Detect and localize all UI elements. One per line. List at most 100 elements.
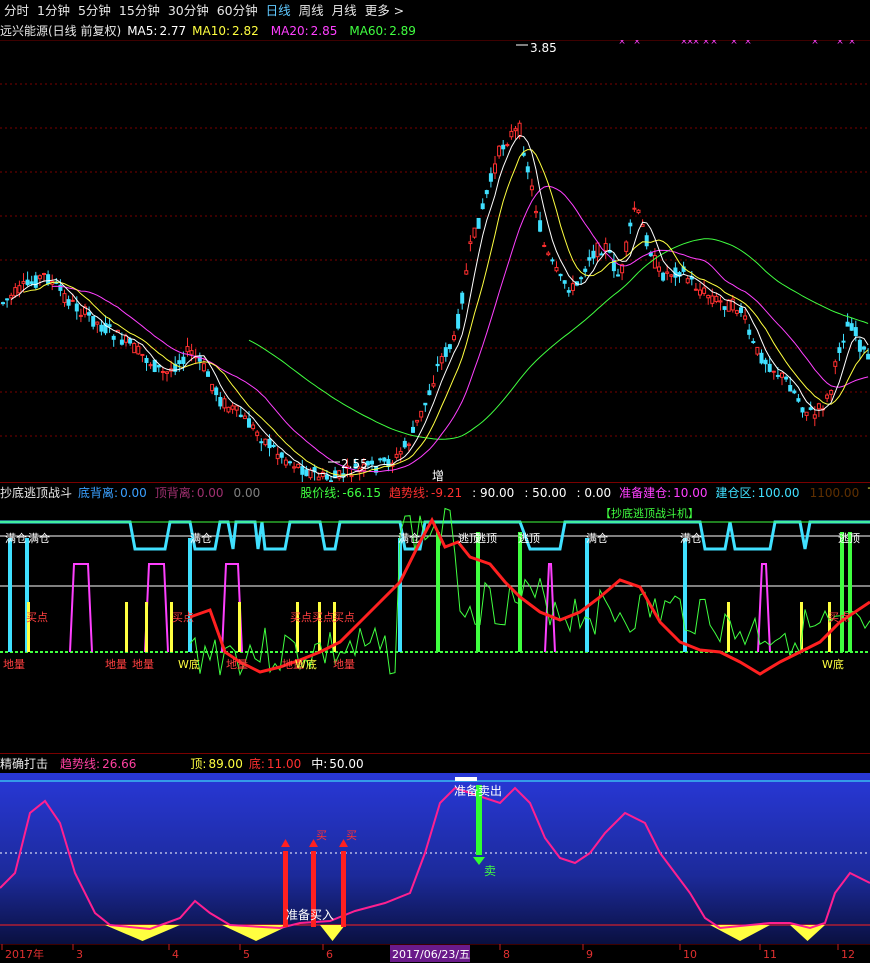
candle-body [447, 344, 452, 350]
candle-body [226, 406, 231, 413]
candles[interactable] [1, 120, 870, 482]
ready-sell-label: 准备卖出 [454, 784, 502, 798]
prepare-build-shape [69, 563, 93, 653]
candle-body [152, 359, 157, 373]
candle-body [755, 346, 760, 355]
mid-label: 中: [311, 757, 328, 771]
candle-body [128, 338, 133, 344]
candle-body [685, 278, 690, 284]
signal-cross: × [811, 40, 819, 47]
ind1-field-label-9: 建仓区: [715, 486, 756, 500]
signal-cross: × [702, 40, 710, 47]
trend-value: 26.66 [102, 757, 137, 771]
candle-body [866, 353, 870, 360]
toolbar-item-7[interactable]: 周线 [295, 0, 328, 22]
candle-body [718, 300, 723, 303]
candle-body [763, 359, 768, 365]
candle-body [382, 457, 387, 462]
toolbar-item-5[interactable]: 60分钟 [213, 0, 262, 22]
candle-body [181, 356, 186, 364]
candle-body [792, 390, 797, 394]
indicator2-name: 精确打击 [0, 757, 49, 771]
ind1-field-label-8: 准备建仓: [619, 486, 672, 500]
panel-divider-2 [0, 753, 870, 754]
candle-body [583, 268, 588, 272]
ind1-field-value-5: : 90.00 [472, 486, 515, 500]
candle-body [267, 438, 272, 449]
increase-marker: 增 [432, 469, 444, 482]
toolbar-item-3[interactable]: 15分钟 [115, 0, 164, 22]
candle-body [468, 241, 473, 245]
order-spike [727, 602, 730, 652]
full-label: 满仓 [398, 531, 420, 545]
candle-body [206, 371, 210, 377]
candle-body [644, 235, 649, 247]
toolbar-item-9[interactable]: 更多 > [361, 0, 408, 22]
signal-cross: × [848, 40, 856, 47]
candle-body [488, 173, 493, 182]
candle-body [857, 339, 862, 352]
indicator1-chart[interactable]: 满仓 满仓 满仓 满仓 满仓 满仓逃顶逃顶 逃顶 逃顶【抄底逃顶战斗机】买点 买点 买点 买点 买点买… [0, 502, 870, 752]
candle-body [242, 415, 247, 420]
candle-body [37, 275, 42, 280]
ma20-label: MA20: [270, 24, 309, 38]
order-spike [828, 602, 831, 652]
toolbar-item-0[interactable]: 分时 [0, 0, 33, 22]
candle-body [46, 274, 51, 285]
candle-body [124, 335, 128, 343]
candle-body [804, 411, 809, 416]
ma5-line [10, 134, 869, 479]
candle-body [464, 270, 469, 275]
candle-body [591, 250, 596, 259]
candle-body [693, 288, 698, 291]
signal-cross: × [730, 40, 738, 47]
buy-point-label: 买点 [26, 611, 48, 624]
ind1-field-label-4: 趋势线: [389, 486, 430, 500]
candle-body [292, 466, 297, 469]
candle-body [21, 281, 26, 284]
toolbar-item-2[interactable]: 5分钟 [74, 0, 115, 22]
w-bottom-label: W底 [295, 657, 317, 671]
toolbar-item-4[interactable]: 30分钟 [164, 0, 213, 22]
ind1-field-value-6: : 50.00 [524, 486, 567, 500]
toolbar-item-1[interactable]: 1分钟 [33, 0, 74, 22]
signal-cross: × [836, 40, 844, 47]
candle-body [739, 307, 743, 313]
toolbar-item-8[interactable]: 月线 [328, 0, 361, 22]
candle-body [427, 390, 432, 396]
candle-body [456, 313, 461, 329]
candle-body [1, 302, 5, 305]
toolbar-item-6[interactable]: 日线 [262, 0, 295, 22]
prepare-build-shape [757, 563, 771, 653]
ma60-line [248, 238, 869, 440]
candle-body [599, 253, 604, 256]
candle-body [349, 474, 354, 478]
candle-body [862, 346, 866, 350]
candle-body [415, 419, 420, 423]
period-toolbar: 分时 1分钟 5分钟 15分钟 30分钟 60分钟 日线 周线 月线 更多 > [0, 0, 870, 22]
candle-body [214, 387, 219, 396]
candle-body [13, 287, 18, 297]
escape-label: 逃顶 [838, 532, 860, 545]
axis-label-7: 9 [586, 948, 593, 961]
full-label: 满仓 [5, 531, 27, 545]
candle-body [87, 312, 92, 316]
candle-body [25, 279, 30, 286]
ma60-value: 2.89 [389, 24, 416, 38]
candle-body [714, 295, 719, 303]
escape-top-bar [848, 532, 852, 652]
candle-body [501, 144, 506, 150]
indicator2-chart[interactable]: 准备卖出准备买入 买 买卖 [0, 773, 870, 944]
candle-body [513, 128, 518, 132]
candle-body [841, 340, 846, 343]
signal-cross: × [633, 40, 641, 47]
axis-label-10: 12 [841, 948, 855, 961]
candle-body [185, 346, 190, 353]
candle-body [62, 293, 67, 303]
candle-body [431, 383, 436, 387]
candlestick-chart[interactable]: 3.852.55增× × ××× × × × × × × × [0, 40, 870, 482]
top-label: 顶: [190, 757, 207, 771]
axis-label-8: 10 [683, 948, 697, 961]
candle-body [780, 372, 784, 378]
candle-body [17, 285, 22, 294]
